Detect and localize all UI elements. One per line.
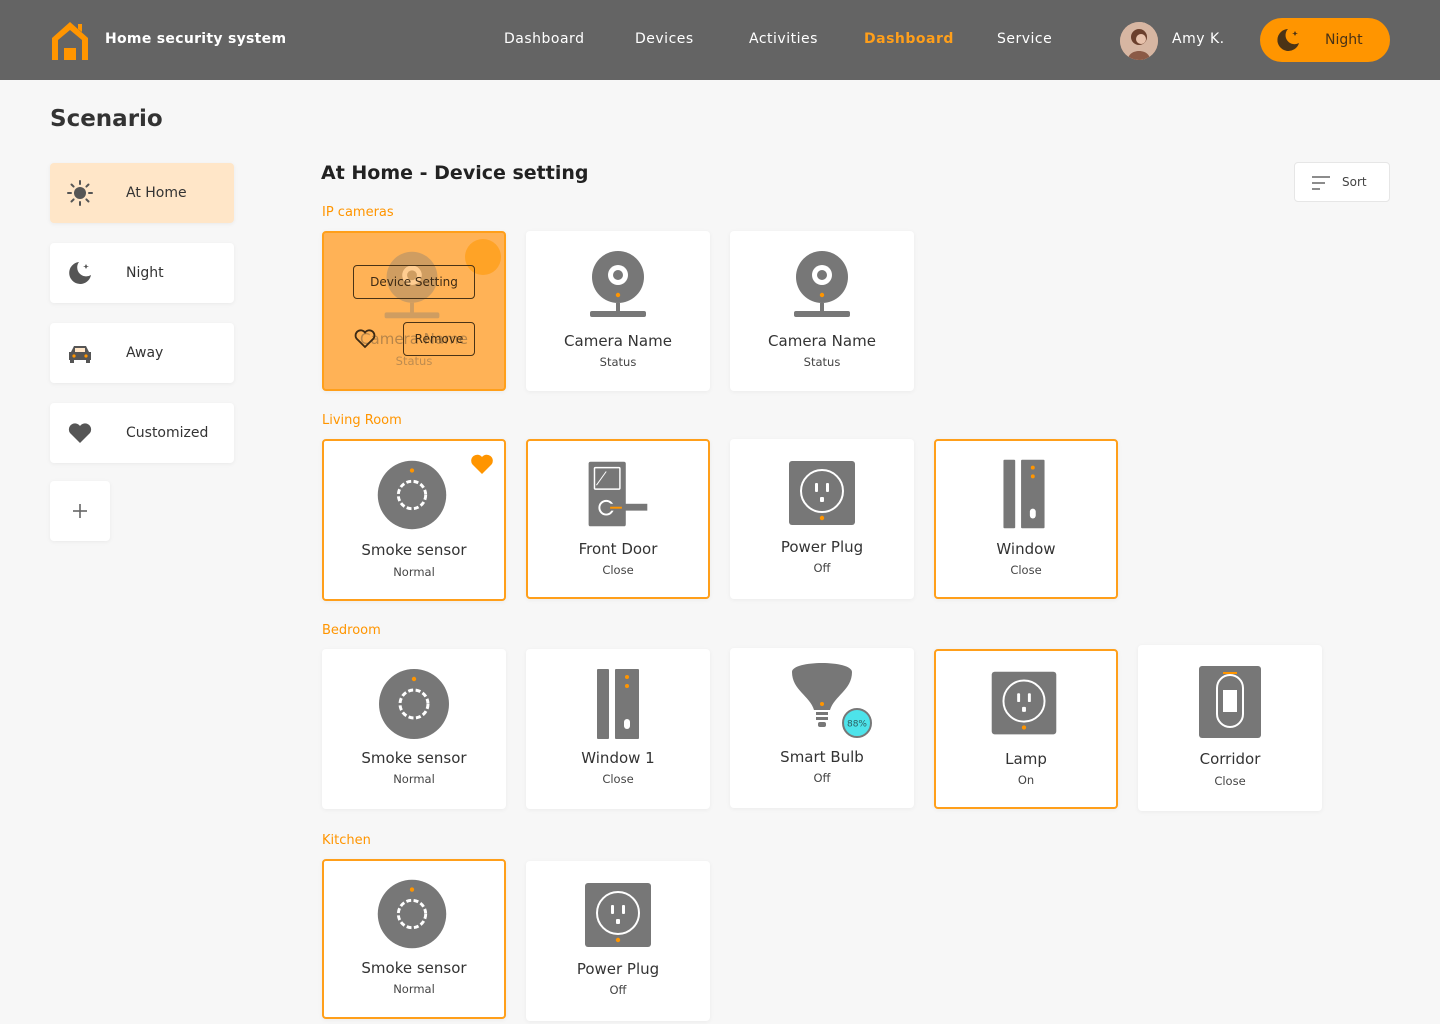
nav-devices[interactable]: Devices bbox=[635, 31, 694, 47]
device-name: Corridor bbox=[1199, 750, 1261, 768]
device-card[interactable]: Power Plug Off bbox=[730, 439, 914, 599]
smoke-sensor-icon bbox=[377, 879, 447, 949]
camera-icon bbox=[794, 251, 850, 317]
device-name: Power Plug bbox=[780, 538, 864, 556]
brightness-badge: 88% bbox=[842, 708, 872, 738]
device-card-selected[interactable]: Camera Name Status Device Setting Remove bbox=[322, 231, 506, 391]
window-sensor-icon bbox=[1003, 459, 1045, 529]
top-bar: Home security system Dashboard Devices A… bbox=[0, 0, 1440, 80]
device-name: Smoke sensor bbox=[361, 541, 467, 559]
scenario-label: Night bbox=[126, 265, 164, 281]
home-logo-icon[interactable] bbox=[50, 20, 90, 60]
device-card[interactable]: Smoke sensor Normal bbox=[322, 439, 506, 601]
nav-activities[interactable]: Activities bbox=[749, 31, 818, 47]
device-name: Front Door bbox=[578, 540, 658, 558]
device-name: Window 1 bbox=[581, 749, 655, 767]
device-card[interactable]: Window 1 Close bbox=[526, 649, 710, 809]
nav-service[interactable]: Service bbox=[997, 31, 1052, 47]
smoke-sensor-icon bbox=[379, 669, 449, 739]
app-title: Home security system bbox=[105, 31, 287, 47]
device-name: Camera Name bbox=[768, 332, 876, 350]
device-card[interactable]: Front Door Close bbox=[526, 439, 710, 599]
scenario-customized[interactable]: Customized bbox=[50, 403, 234, 463]
power-plug-icon bbox=[789, 461, 855, 525]
section-kitchen: Kitchen bbox=[322, 833, 371, 848]
remove-button[interactable]: Remove bbox=[403, 322, 475, 356]
brightness-value: 88% bbox=[847, 720, 867, 730]
device-card[interactable]: Corridor Close bbox=[1138, 645, 1322, 811]
device-card[interactable]: Lamp On bbox=[934, 649, 1118, 809]
sort-button[interactable]: Sort bbox=[1294, 162, 1390, 202]
device-status: Close bbox=[1010, 563, 1042, 577]
scenario-away[interactable]: Away bbox=[50, 323, 234, 383]
window-sensor-icon bbox=[597, 669, 639, 739]
car-icon bbox=[69, 346, 91, 363]
plus-icon bbox=[73, 504, 87, 518]
device-name: Lamp bbox=[1005, 750, 1047, 768]
moon-icon bbox=[1277, 29, 1299, 51]
user-name[interactable]: Amy K. bbox=[1172, 31, 1225, 47]
device-status: Off bbox=[813, 561, 831, 575]
sun-icon bbox=[67, 180, 93, 206]
section-bedroom: Bedroom bbox=[322, 623, 381, 638]
device-name: Power Plug bbox=[576, 960, 660, 978]
night-mode-button[interactable]: Night bbox=[1260, 18, 1390, 62]
scenario-label: At Home bbox=[126, 185, 187, 201]
scenario-night[interactable]: Night bbox=[50, 243, 234, 303]
avatar[interactable] bbox=[1120, 22, 1158, 60]
device-setting-button[interactable]: Device Setting bbox=[353, 265, 475, 299]
device-status: Status bbox=[803, 355, 841, 369]
device-card[interactable]: Camera Name Status bbox=[730, 231, 914, 391]
device-status: Normal bbox=[393, 772, 435, 786]
night-mode-label: Night bbox=[1325, 32, 1363, 48]
bulb-icon bbox=[792, 663, 852, 727]
camera-icon bbox=[590, 251, 646, 317]
scenario-label: Customized bbox=[126, 425, 209, 441]
device-card[interactable]: 88% Smart Bulb Off bbox=[730, 648, 914, 808]
add-scenario-button[interactable] bbox=[50, 481, 110, 541]
door-lock-icon bbox=[588, 461, 648, 527]
page-title: At Home - Device setting bbox=[321, 162, 589, 184]
device-status: On bbox=[1017, 773, 1035, 787]
device-name: Smoke sensor bbox=[361, 749, 467, 767]
nav-dashboard[interactable]: Dashboard bbox=[504, 31, 584, 47]
device-status: Close bbox=[602, 772, 634, 786]
power-plug-icon bbox=[991, 671, 1057, 735]
device-card[interactable]: Smoke sensor Normal bbox=[322, 649, 506, 809]
device-card[interactable]: Power Plug Off bbox=[526, 861, 710, 1021]
device-name: Window bbox=[996, 540, 1056, 558]
device-status: Normal bbox=[393, 565, 435, 579]
device-status: Off bbox=[609, 983, 627, 997]
motion-sensor-icon bbox=[1199, 666, 1261, 738]
heart-icon bbox=[68, 423, 92, 443]
device-status: Off bbox=[813, 771, 831, 785]
moon-icon bbox=[69, 262, 91, 284]
section-living-room: Living Room bbox=[322, 413, 402, 428]
device-card[interactable]: Camera Name Status bbox=[526, 231, 710, 391]
device-status: Close bbox=[1214, 774, 1246, 788]
device-card[interactable]: Window Close bbox=[934, 439, 1118, 599]
scenario-label: Away bbox=[126, 345, 164, 361]
device-name: Smart Bulb bbox=[780, 748, 864, 766]
device-name: Camera Name bbox=[564, 332, 672, 350]
device-name: Smoke sensor bbox=[361, 959, 467, 977]
power-plug-icon bbox=[585, 883, 651, 947]
device-status: Status bbox=[395, 354, 433, 368]
sort-icon bbox=[1312, 176, 1330, 190]
scenario-at-home[interactable]: At Home bbox=[50, 163, 234, 223]
device-status: Close bbox=[602, 563, 634, 577]
scenario-title: Scenario bbox=[50, 106, 163, 132]
nav-dashboard-active[interactable]: Dashboard bbox=[864, 31, 954, 47]
device-status: Normal bbox=[393, 982, 435, 996]
favorite-heart-icon[interactable] bbox=[470, 453, 494, 475]
sort-label: Sort bbox=[1342, 175, 1367, 189]
device-card[interactable]: Smoke sensor Normal bbox=[322, 859, 506, 1019]
section-ip-cameras: IP cameras bbox=[322, 205, 394, 220]
heart-outline-icon[interactable] bbox=[354, 329, 376, 349]
device-status: Status bbox=[599, 355, 637, 369]
